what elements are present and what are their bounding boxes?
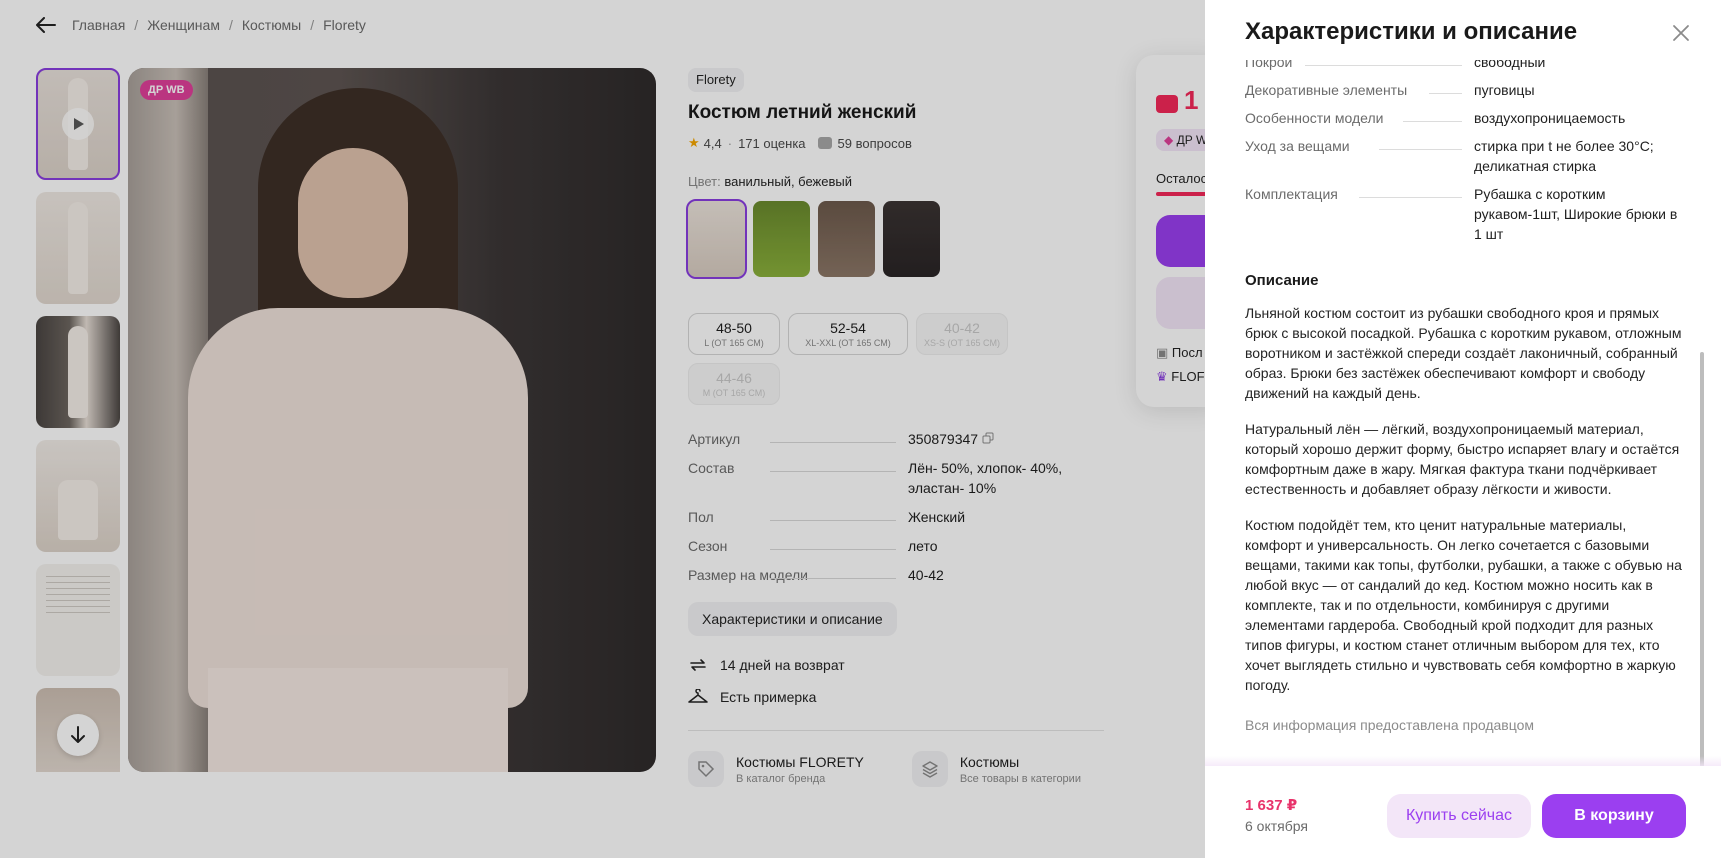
drawer-spec-value: Рубашка с коротким рукавом-1шт, Широкие … xyxy=(1474,186,1678,242)
scroll-fade xyxy=(1205,756,1721,766)
description-paragraph: Костюм подойдёт тем, кто ценит натуральн… xyxy=(1245,517,1682,693)
buy-now-button[interactable]: Купить сейчас xyxy=(1387,794,1531,838)
spec-dots xyxy=(1403,121,1462,122)
drawer-spec-key: Комплектация xyxy=(1245,184,1474,244)
drawer-footer: 1 637 ₽ 6 октября Купить сейчас В корзин… xyxy=(1205,766,1721,858)
footer-price: 1 637 ₽ xyxy=(1245,797,1298,814)
scrollbar-thumb[interactable] xyxy=(1700,352,1704,770)
description-heading: Описание xyxy=(1245,272,1319,289)
drawer-spec-row: Покрой свободный xyxy=(1245,60,1685,72)
spec-dots xyxy=(1305,65,1462,66)
seller-note: Вся информация предоставлена продавцом xyxy=(1245,717,1535,733)
spec-dots xyxy=(1379,149,1462,150)
drawer-spec-value: пуговицы xyxy=(1474,82,1535,98)
spec-dots xyxy=(1359,197,1462,198)
drawer-scroll-area[interactable]: Покрой свободный Декоративные элементы п… xyxy=(1245,60,1685,764)
drawer-spec-row: Уход за вещами стирка при t не более 30°… xyxy=(1245,136,1685,176)
drawer-title: Характеристики и описание xyxy=(1245,18,1578,45)
drawer-spec-key: Декоративные элементы xyxy=(1245,80,1474,100)
drawer-spec-key-text: Уход за вещами xyxy=(1245,138,1350,154)
delivery-date: 6 октября xyxy=(1245,818,1308,834)
drawer-spec-value: воздухопроницаемость xyxy=(1474,110,1626,126)
drawer-specs: Покрой свободный Декоративные элементы п… xyxy=(1245,60,1685,244)
drawer-spec-value: свободный xyxy=(1474,60,1546,70)
drawer-spec-key-text: Особенности модели xyxy=(1245,110,1384,126)
drawer-spec-key-text: Декоративные элементы xyxy=(1245,82,1408,98)
drawer-spec-key: Уход за вещами xyxy=(1245,136,1474,176)
close-icon[interactable] xyxy=(1668,20,1694,46)
drawer-spec-row: Особенности модели воздухопроницаемость xyxy=(1245,108,1685,128)
drawer-spec-key: Покрой xyxy=(1245,60,1474,72)
drawer-spec-row: Комплектация Рубашка с коротким рукавом-… xyxy=(1245,184,1685,244)
drawer-spec-value: стирка при t не более 30°С; деликатная с… xyxy=(1474,138,1654,174)
description-paragraph: Льняной костюм состоит из рубашки свобод… xyxy=(1245,305,1682,401)
drawer-spec-key: Особенности модели xyxy=(1245,108,1474,128)
add-to-cart-button[interactable]: В корзину xyxy=(1542,794,1686,838)
description-paragraph: Натуральный лён — лёгкий, воздухопроница… xyxy=(1245,421,1680,497)
drawer-spec-key-text: Комплектация xyxy=(1245,186,1338,202)
drawer-spec-row: Декоративные элементы пуговицы xyxy=(1245,80,1685,100)
drawer-spec-key-text: Покрой xyxy=(1245,60,1293,70)
spec-dots xyxy=(1429,93,1462,94)
characteristics-drawer: Характеристики и описание Покрой свободн… xyxy=(1205,0,1721,858)
